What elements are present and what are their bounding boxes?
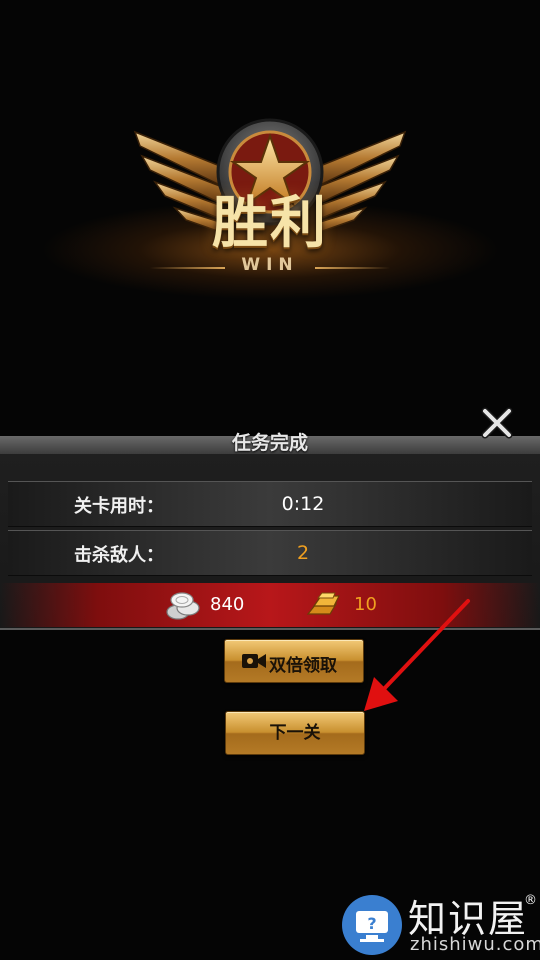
stat-row-time: 关卡用时： 0:12 <box>8 481 532 527</box>
watermark-logo-icon: ? <box>342 895 402 955</box>
silver-value: 840 <box>210 594 245 615</box>
panel-title: 任务完成 <box>231 432 308 454</box>
stat-label-kills: 击杀敌人： <box>74 545 164 566</box>
watermark-url: zhishiwu.com <box>410 934 540 955</box>
victory-subtitle: WIN <box>241 255 299 275</box>
pointer-arrow-icon <box>364 599 470 711</box>
victory-title: 胜利 <box>212 190 328 256</box>
video-camera-icon <box>242 654 266 668</box>
silver-coins-icon <box>166 592 200 620</box>
stat-row-kills: 击杀敌人： 2 <box>8 530 532 576</box>
double-claim-label: 双倍领取 <box>269 656 337 676</box>
stat-value-time: 0:12 <box>281 493 325 515</box>
svg-text:?: ? <box>367 914 376 933</box>
watermark-registered: ® <box>524 893 537 908</box>
gold-bars-icon <box>306 592 340 615</box>
close-icon[interactable] <box>480 406 514 440</box>
stat-label-time: 关卡用时： <box>74 496 164 517</box>
stat-value-kills: 2 <box>296 542 310 564</box>
